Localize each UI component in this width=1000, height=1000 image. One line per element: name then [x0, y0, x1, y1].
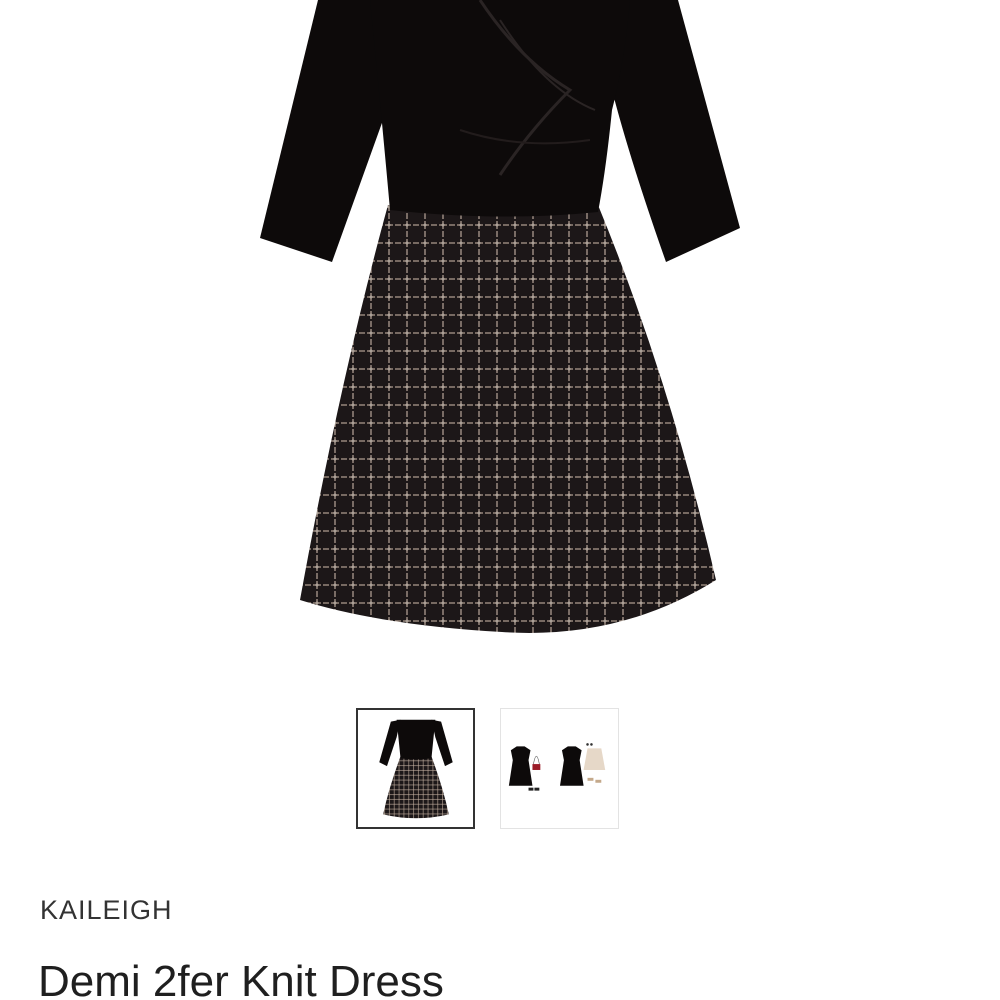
product-page: KAILEIGH Demi 2fer Knit Dress [0, 0, 1000, 1000]
product-main-image[interactable] [200, 0, 800, 670]
thumbnail-strip [356, 708, 622, 831]
brand-name: KAILEIGH [40, 895, 173, 925]
thumbnail-styled-outfits[interactable] [500, 708, 619, 829]
thumbnail-dress-front[interactable] [356, 708, 475, 829]
product-title: Demi 2fer Knit Dress [38, 957, 444, 1000]
